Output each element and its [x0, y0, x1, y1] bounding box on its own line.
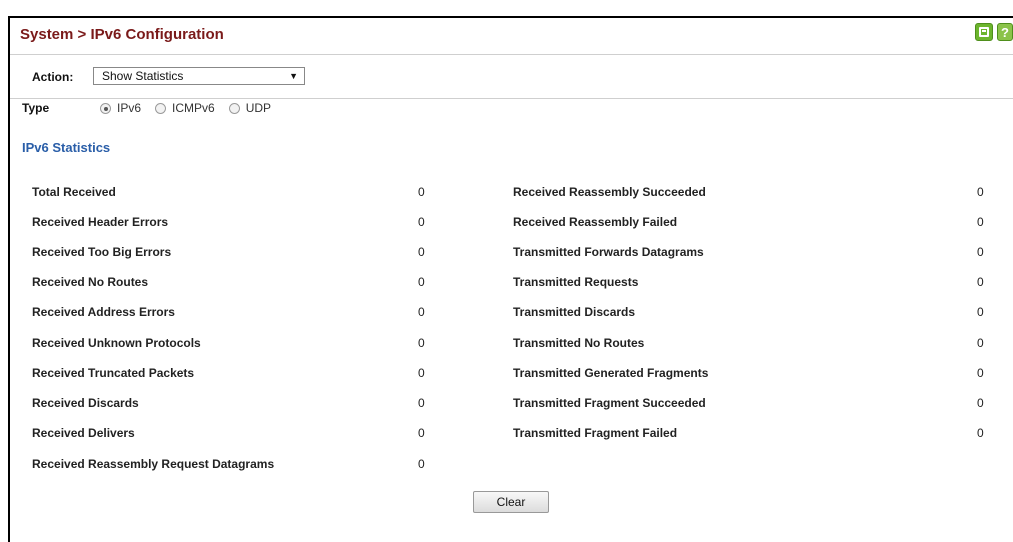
stat-label: Received Discards — [32, 396, 139, 410]
stat-value: 0 — [977, 305, 984, 319]
stat-value: 0 — [418, 336, 425, 350]
stat-value: 0 — [977, 426, 984, 440]
stat-label: Received No Routes — [32, 275, 149, 289]
stat-value: 0 — [977, 215, 984, 229]
stat-value: 0 — [418, 245, 425, 259]
radio-udp[interactable] — [228, 102, 240, 114]
radio-ipv6[interactable] — [100, 102, 111, 114]
page-title: System > IPv6 Configuration — [20, 26, 224, 43]
chevron-down-icon: ▼ — [289, 71, 298, 81]
help-icon[interactable]: ? — [997, 23, 1013, 41]
stat-label: Received Reassembly Succeeded — [513, 185, 706, 199]
stat-label: Transmitted Discards — [513, 305, 636, 319]
type-option-ipv6[interactable]: IPv6 — [100, 101, 141, 115]
stat-value: 0 — [977, 366, 984, 380]
help-glyph: ? — [1001, 24, 1009, 40]
stat-value: 0 — [418, 426, 425, 440]
radio-icmpv6[interactable] — [155, 102, 167, 114]
stat-value: 0 — [977, 336, 984, 350]
stat-label: Transmitted Fragment Succeeded — [513, 396, 706, 410]
stat-value: 0 — [977, 185, 984, 199]
action-select-value: Show Statistics — [102, 69, 184, 83]
stat-label: Transmitted Generated Fragments — [513, 366, 709, 380]
stat-value: 0 — [418, 366, 425, 380]
stat-value: 0 — [418, 215, 425, 229]
section-title: IPv6 Statistics — [22, 140, 111, 155]
stat-value: 0 — [418, 457, 425, 471]
radio-label-udp: UDP — [245, 101, 272, 115]
header-icons: ? — [975, 23, 1013, 41]
stat-value: 0 — [418, 396, 425, 410]
stat-label: Received Reassembly Failed — [513, 215, 678, 229]
stat-value: 0 — [977, 245, 984, 259]
stat-value: 0 — [977, 396, 984, 410]
stat-label: Transmitted No Routes — [513, 336, 645, 350]
radio-label-icmpv6: ICMPv6 — [172, 101, 215, 115]
action-row: Action: Show Statistics ▼ — [10, 54, 1013, 99]
stat-label: Received Unknown Protocols — [32, 336, 201, 350]
stat-label: Transmitted Fragment Failed — [513, 426, 678, 440]
stat-value: 0 — [977, 275, 984, 289]
type-option-udp[interactable]: UDP — [228, 101, 272, 115]
stat-label: Received Address Errors — [32, 305, 175, 319]
stat-label: Received Delivers — [32, 426, 135, 440]
stat-label: Received Too Big Errors — [32, 245, 172, 259]
stat-label: Received Truncated Packets — [32, 366, 195, 380]
stat-value: 0 — [418, 185, 425, 199]
stat-label: Transmitted Requests — [513, 275, 639, 289]
page-header: System > IPv6 Configuration ? — [10, 18, 1013, 55]
save-icon[interactable] — [975, 23, 993, 41]
action-label: Action: — [32, 70, 74, 84]
stat-label: Total Received — [32, 185, 116, 199]
stat-label: Received Header Errors — [32, 215, 169, 229]
stat-value: 0 — [418, 305, 425, 319]
action-select[interactable]: Show Statistics ▼ — [93, 67, 305, 85]
type-option-icmpv6[interactable]: ICMPv6 — [155, 101, 215, 115]
type-label: Type — [22, 101, 50, 115]
type-row: Type IPv6 ICMPv6 UDP — [22, 101, 285, 115]
stat-label: Received Reassembly Request Datagrams — [32, 457, 275, 471]
radio-label-ipv6: IPv6 — [117, 101, 142, 115]
stat-value: 0 — [418, 275, 425, 289]
stat-label: Transmitted Forwards Datagrams — [513, 245, 704, 259]
clear-button[interactable]: Clear — [473, 491, 549, 513]
